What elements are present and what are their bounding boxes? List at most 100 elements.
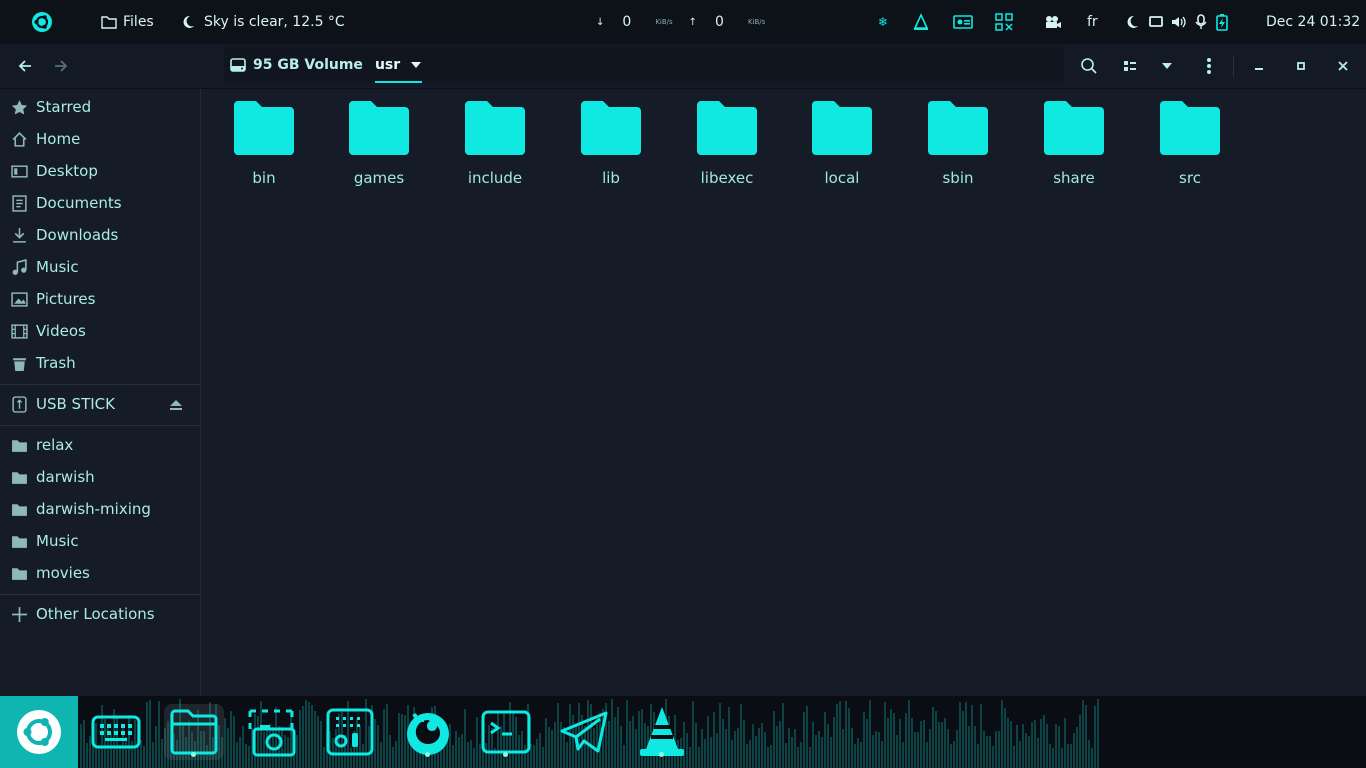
visualizer-bar	[1034, 720, 1036, 768]
folder-icon	[1160, 101, 1220, 155]
sidebar-item-downloads[interactable]: Downloads	[0, 220, 200, 250]
sidebar-item-other-locations[interactable]: Other Locations	[0, 599, 200, 629]
folder-item-sbin[interactable]: sbin	[908, 99, 1008, 189]
vlc-tray-icon[interactable]	[912, 0, 930, 44]
header-bar: 95 GB Volume usr	[0, 44, 1366, 89]
path-volume-button[interactable]: 95 GB Volume	[230, 47, 363, 83]
sidebar-item-darwish-mixing[interactable]: darwish-mixing	[0, 494, 200, 524]
search-button[interactable]	[1074, 44, 1104, 88]
visualizer-bar	[803, 712, 805, 768]
activities-button[interactable]	[30, 0, 56, 44]
vlc-app-icon[interactable]	[632, 704, 692, 760]
folder-item-libexec[interactable]: libexec	[677, 99, 777, 189]
visualizer-bar	[878, 732, 880, 768]
visualizer-bar	[386, 704, 388, 768]
visualizer-bar	[1070, 744, 1072, 768]
files-app-icon[interactable]	[164, 704, 224, 760]
visualizer-bar	[1043, 715, 1045, 768]
sidebar-item-starred[interactable]: Starred	[0, 92, 200, 122]
sidebar-item-documents[interactable]: Documents	[0, 188, 200, 218]
visualizer-bar	[695, 723, 697, 768]
folder-item-include[interactable]: include	[445, 99, 545, 189]
minimize-button[interactable]	[1246, 44, 1272, 88]
eject-icon[interactable]	[169, 399, 183, 411]
visualizer-bar	[227, 728, 229, 768]
forward-button[interactable]	[46, 44, 76, 88]
maximize-button[interactable]	[1288, 44, 1314, 88]
visualizer-bar	[1019, 741, 1021, 768]
visualizer-bar	[968, 726, 970, 768]
app-menu[interactable]: Files	[100, 0, 154, 44]
folder-item-bin[interactable]: bin	[214, 99, 314, 189]
screenshot-app-icon[interactable]	[242, 704, 302, 760]
snowflake-icon[interactable]: ❄	[878, 0, 888, 44]
weather-indicator[interactable]: Sky is clear, 12.5 °C	[180, 0, 345, 44]
sidebar-item-label: Other Locations	[36, 605, 155, 623]
keyboard-layout[interactable]: fr	[1087, 0, 1098, 44]
visualizer-bar	[1058, 726, 1060, 768]
home-icon	[12, 131, 27, 147]
firefox-app-icon[interactable]	[398, 704, 458, 760]
sidebar-item-darwish[interactable]: darwish	[0, 462, 200, 492]
star-icon	[11, 100, 28, 115]
sidebar-item-home[interactable]: Home	[0, 124, 200, 154]
folder-item-lib[interactable]: lib	[561, 99, 661, 189]
visualizer-bar	[629, 721, 631, 768]
camera-tray-icon[interactable]	[1044, 0, 1062, 44]
folder-item-local[interactable]: local	[792, 99, 892, 189]
visualizer-bar	[767, 747, 769, 768]
visualizer-bar	[542, 747, 544, 768]
folder-name: bin	[252, 169, 276, 187]
terminal-app-icon[interactable]	[476, 704, 536, 760]
visualizer-bar	[707, 716, 709, 768]
visualizer-bar	[839, 701, 841, 768]
visualizer-bar	[950, 744, 952, 768]
main-menu-button[interactable]	[1196, 44, 1222, 88]
qr-tray-icon[interactable]	[995, 0, 1013, 44]
view-options-button[interactable]	[1154, 44, 1180, 88]
back-button[interactable]	[10, 44, 40, 88]
volume-label: 95 GB Volume	[253, 57, 363, 73]
visualizer-bar	[851, 728, 853, 768]
sidebar-item-relax[interactable]: relax	[0, 430, 200, 460]
sidebar-item-music[interactable]: Music	[0, 252, 200, 282]
folder-icon	[12, 472, 27, 484]
sidebar-item-desktop[interactable]: Desktop	[0, 156, 200, 186]
folder-item-games[interactable]: games	[329, 99, 429, 189]
top-panel: Files Sky is clear, 12.5 °C ↓ 0 KiB/s ↑ …	[0, 0, 1366, 44]
net-speed-indicator[interactable]: ↓ 0 KiB/s ↑ 0 KiB/s	[596, 0, 765, 44]
telegram-app-icon[interactable]	[554, 704, 614, 760]
visualizer-bar	[1094, 706, 1096, 768]
net-up-value: 0	[715, 14, 724, 30]
visualizer-bar	[626, 700, 628, 768]
clock[interactable]: Dec 24 01:32	[1266, 0, 1360, 44]
show-apps-button[interactable]	[0, 696, 78, 768]
pictures-icon	[11, 292, 28, 307]
system-status-menu[interactable]	[1124, 0, 1228, 44]
view-toggle-button[interactable]	[1118, 44, 1144, 88]
visualizer-bar	[986, 736, 988, 768]
visualizer-bar	[866, 719, 868, 768]
sidebar-item-usb-stick[interactable]: USB STICK	[0, 389, 200, 419]
close-button[interactable]	[1330, 44, 1356, 88]
path-current-folder-button[interactable]: usr	[374, 47, 423, 83]
visualizer-bar	[1025, 733, 1027, 768]
folder-icon	[12, 440, 27, 452]
desktop-icon	[11, 165, 28, 178]
sidebar-item-pictures[interactable]: Pictures	[0, 284, 200, 314]
sidebar-item-music-bookmark[interactable]: Music	[0, 526, 200, 556]
sidebar-item-videos[interactable]: Videos	[0, 316, 200, 346]
folder-item-src[interactable]: src	[1140, 99, 1240, 189]
folder-item-share[interactable]: share	[1024, 99, 1124, 189]
visualizer-bar	[812, 722, 814, 768]
downloads-icon	[13, 228, 26, 243]
visualizer-bar	[464, 709, 466, 768]
sidebar-item-movies[interactable]: movies	[0, 558, 200, 588]
keyboard-app-icon[interactable]	[86, 704, 146, 760]
card-tray-icon[interactable]	[953, 0, 973, 44]
sidebar-item-trash[interactable]: Trash	[0, 348, 200, 378]
visualizer-bar	[224, 718, 226, 768]
visualizer-bar	[311, 705, 313, 768]
mixer-app-icon[interactable]	[320, 704, 380, 760]
visualizer-bar	[551, 730, 553, 768]
